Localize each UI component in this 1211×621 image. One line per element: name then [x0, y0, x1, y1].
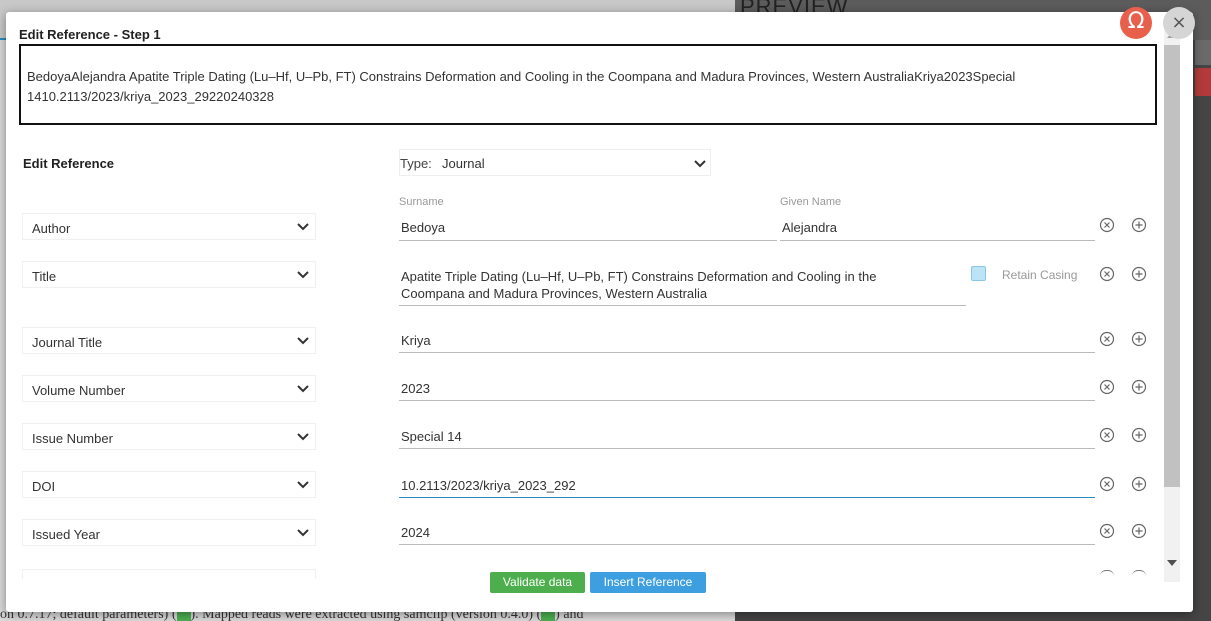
field-select-volume-number[interactable]: Volume Number	[22, 375, 316, 402]
type-select[interactable]: Type: Journal	[399, 149, 711, 176]
validate-data-button[interactable]: Validate data	[490, 572, 585, 593]
background-red-tab	[1195, 68, 1211, 96]
chevron-down-icon	[297, 337, 309, 345]
chevron-down-icon	[297, 271, 309, 279]
journal-title-input[interactable]: Kriya	[399, 333, 1095, 353]
remove-icon[interactable]	[1099, 476, 1115, 492]
remove-icon[interactable]	[1099, 217, 1115, 233]
scrollbar-thumb[interactable]	[1164, 45, 1180, 487]
field-select-label: Author	[32, 221, 71, 236]
background-side-tab	[1195, 40, 1211, 65]
field-select-author[interactable]: Author	[22, 213, 316, 240]
retain-casing-checkbox[interactable]	[971, 266, 986, 281]
type-value: Journal	[442, 156, 485, 171]
add-icon[interactable]	[1131, 379, 1147, 395]
remove-icon[interactable]	[1099, 427, 1115, 443]
field-select-label: Issue Number	[32, 431, 113, 446]
field-select-label: Volume Number	[32, 383, 126, 398]
retain-casing-label: Retain Casing	[1002, 268, 1078, 282]
chevron-down-icon	[297, 481, 309, 489]
close-icon[interactable]: ×	[1163, 7, 1195, 39]
add-icon[interactable]	[1131, 427, 1147, 443]
add-icon[interactable]	[1132, 570, 1146, 576]
remove-icon[interactable]	[1099, 379, 1115, 395]
chevron-down-icon	[694, 160, 706, 168]
add-icon[interactable]	[1131, 476, 1147, 492]
field-select-label: Journal Title	[32, 335, 103, 350]
given-name-header: Given Name	[780, 196, 842, 208]
given-name-input[interactable]: Alejandra	[780, 220, 1095, 241]
add-icon[interactable]	[1131, 331, 1147, 347]
field-select-label: Title	[32, 269, 57, 284]
add-icon[interactable]	[1131, 217, 1147, 233]
special-characters-button[interactable]: Ω	[1120, 7, 1152, 39]
volume-number-input[interactable]: 2023	[399, 381, 1095, 401]
issued-year-input[interactable]: 2024	[399, 525, 1095, 545]
add-icon[interactable]	[1131, 523, 1147, 539]
reference-preview-box: BedoyaAlejandra Apatite Triple Dating (L…	[19, 44, 1157, 125]
edit-reference-modal: Edit Reference - Step 1 BedoyaAlejandra …	[6, 7, 1195, 612]
field-select-journal-title[interactable]: Journal Title	[22, 327, 316, 354]
surname-header: Surname	[399, 196, 444, 208]
chevron-down-icon	[297, 529, 309, 537]
edit-reference-heading: Edit Reference	[23, 156, 115, 171]
remove-icon[interactable]	[1099, 331, 1115, 347]
issue-number-input[interactable]: Special 14	[399, 429, 1095, 449]
title-input[interactable]: Apatite Triple Dating (Lu–Hf, U–Pb, FT) …	[399, 268, 966, 306]
remove-icon[interactable]	[1099, 523, 1115, 539]
doi-input[interactable]: 10.2113/2023/kriya_2023_292	[399, 478, 1095, 498]
insert-reference-button[interactable]: Insert Reference	[590, 572, 706, 593]
chevron-down-icon	[297, 433, 309, 441]
field-select-doi[interactable]: DOI	[22, 471, 316, 498]
field-select-title[interactable]: Title	[22, 261, 316, 288]
field-select-label: Issued Year	[32, 527, 100, 542]
remove-icon[interactable]	[1100, 570, 1114, 576]
remove-icon[interactable]	[1099, 266, 1115, 282]
chevron-down-icon	[297, 385, 309, 393]
field-select-label: DOI	[32, 479, 56, 494]
type-label: Type:	[400, 156, 432, 171]
scroll-down-arrow-icon[interactable]	[1167, 560, 1177, 566]
field-select-issued-year[interactable]: Issued Year	[22, 519, 316, 546]
chevron-down-icon	[297, 223, 309, 231]
modal-title: Edit Reference - Step 1	[19, 27, 161, 42]
add-icon[interactable]	[1131, 266, 1147, 282]
field-select-partial[interactable]	[22, 569, 316, 579]
surname-input[interactable]: Bedoya	[399, 220, 777, 241]
field-select-issue-number[interactable]: Issue Number	[22, 423, 316, 450]
